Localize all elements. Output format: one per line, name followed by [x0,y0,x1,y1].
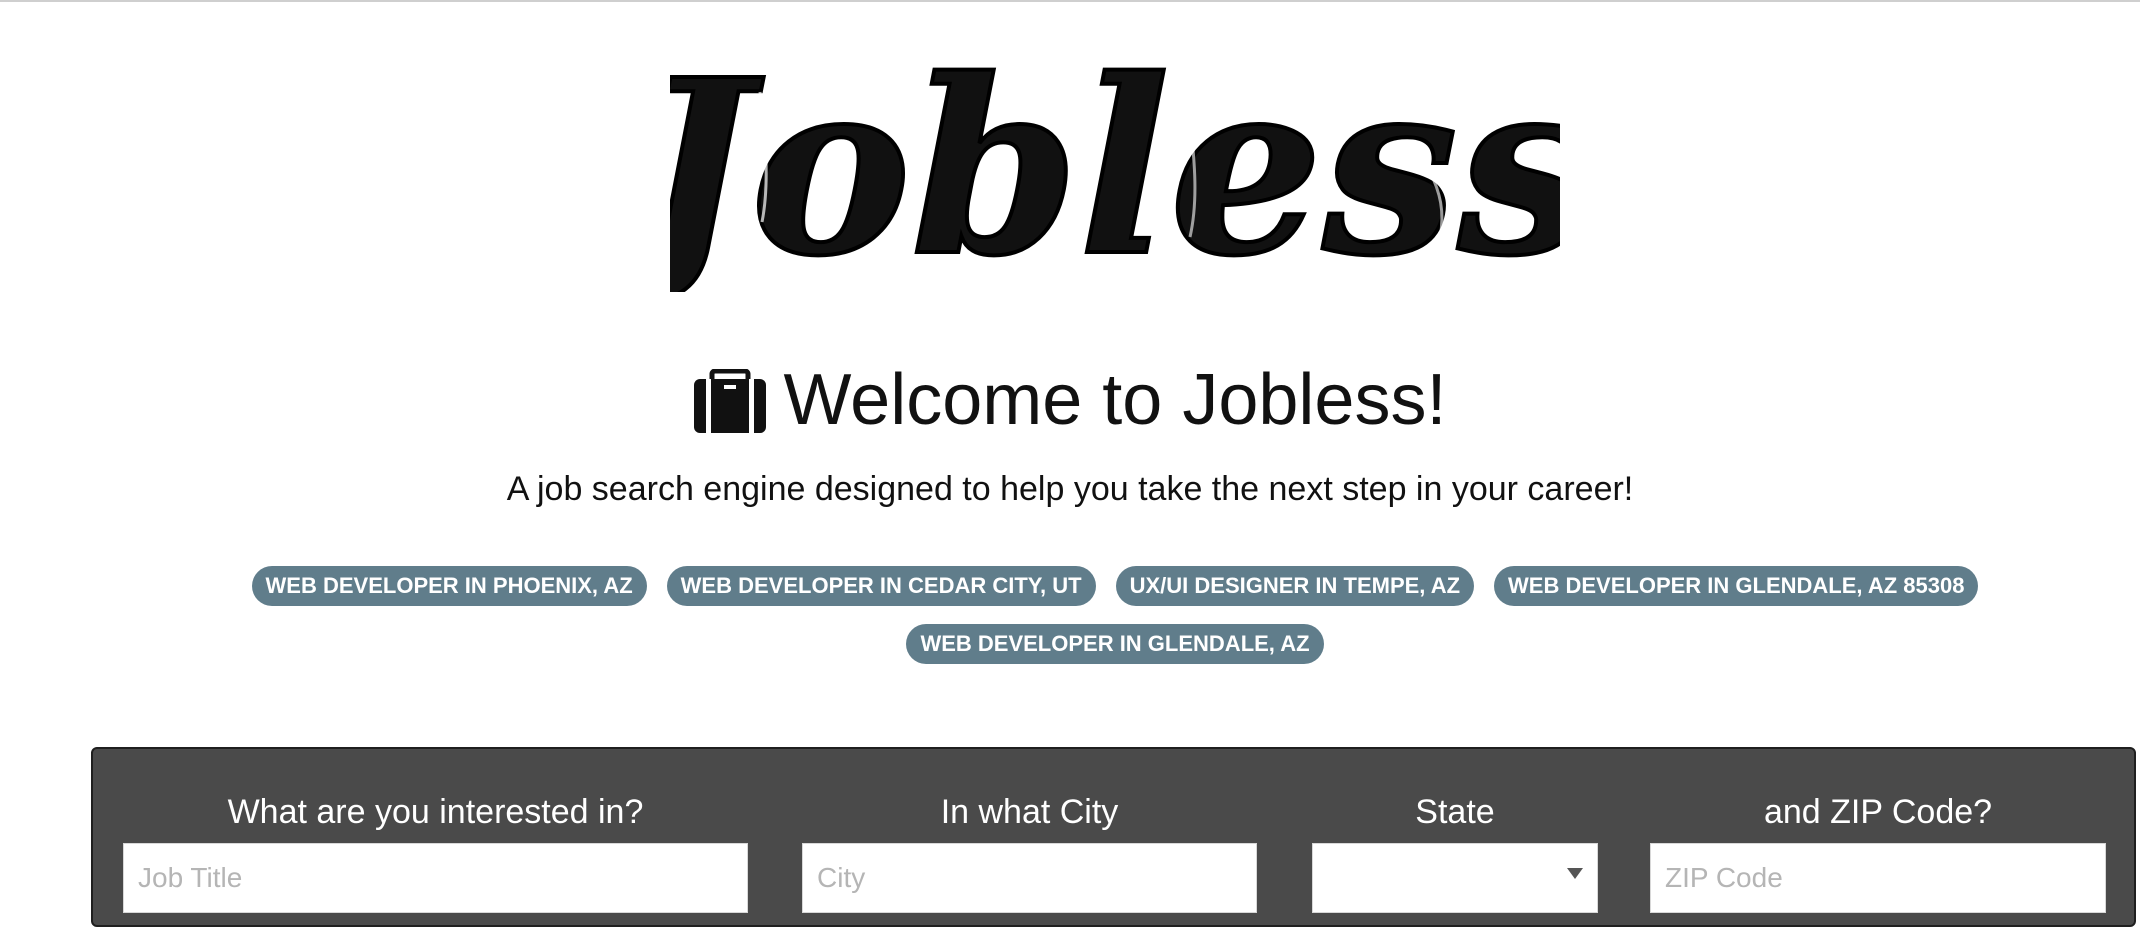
page-title: Welcome to Jobless! [783,360,1447,440]
recent-search-chip[interactable]: WEB DEVELOPER IN CEDAR CITY, UT [666,566,1096,606]
logo-text: Jobless [670,52,1560,292]
welcome-heading: Welcome to Jobless! [0,360,2140,440]
city-label: In what City [940,793,1119,831]
job-title-input[interactable] [123,843,748,913]
state-select[interactable] [1312,843,1598,913]
recent-search-chip[interactable]: WEB DEVELOPER IN GLENDALE, AZ 85308 [1494,566,1979,606]
briefcase-icon [693,369,766,433]
zip-code-input[interactable] [1650,843,2106,913]
job-title-label: What are you interested in? [227,793,644,831]
zip-label: and ZIP Code? [1763,793,1993,831]
recent-search-chip[interactable]: WEB DEVELOPER IN PHOENIX, AZ [251,566,647,606]
top-border [0,0,2140,2]
page-subtitle: A job search engine designed to help you… [506,470,1634,508]
recent-search-chip[interactable]: WEB DEVELOPER IN GLENDALE, AZ [906,624,1324,664]
recent-search-chip[interactable]: UX/UI DESIGNER IN TEMPE, AZ [1115,566,1475,606]
recent-searches: WEB DEVELOPER IN PHOENIX, AZ WEB DEVELOP… [230,566,2000,664]
jobless-logo: Jobless [670,52,1560,292]
city-input[interactable] [802,843,1257,913]
state-label: State [1415,793,1495,831]
chevron-down-icon [1567,868,1583,879]
